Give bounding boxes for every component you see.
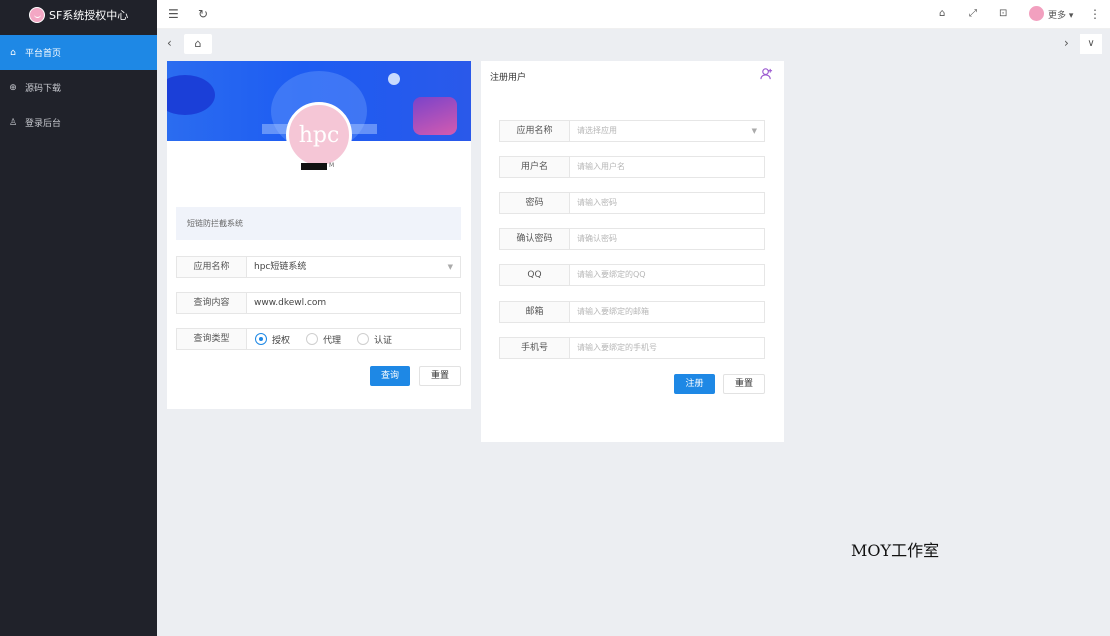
more-vertical-icon[interactable]: ⋮: [1089, 6, 1101, 22]
confirm-password-field[interactable]: 确认密码 请确认密码: [499, 228, 765, 250]
app-title: SF系统授权中心: [49, 8, 129, 22]
tab-next-icon[interactable]: ›: [1064, 36, 1069, 50]
register-card: 注册用户 应用名称 请选择应用 ▼ 用户名 请输入用户名 密码 请输入密码 确认…: [481, 61, 784, 442]
radio-verify[interactable]: 认证: [357, 333, 392, 346]
menu-toggle-icon[interactable]: ☰: [168, 6, 179, 22]
lock-icon[interactable]: ⊡: [999, 6, 1007, 22]
description-box: 短链防拦截系统: [176, 207, 461, 240]
radio-icon: [357, 333, 370, 345]
email-field[interactable]: 邮箱 请输入要绑定的邮箱: [499, 301, 765, 323]
tab-home[interactable]: ⌂: [184, 34, 212, 54]
tag-icon[interactable]: ⌂: [939, 6, 945, 22]
sidebar-item-login[interactable]: ♙ 登录后台: [0, 105, 157, 140]
tab-bar: ‹ ⌂ › ∨: [157, 29, 1110, 59]
app-name-value: hpc短链系统: [254, 262, 307, 272]
query-card: hpc M 短链防拦截系统 应用名称 hpc短链系统 ▼ 查询内容 www.dk…: [167, 61, 471, 409]
radio-authorize[interactable]: 授权: [255, 333, 290, 346]
fullscreen-icon[interactable]: ⤢: [969, 6, 977, 22]
card-title: 注册用户: [490, 73, 527, 83]
sidebar-nav: ⌂ 平台首页 ⊕ 源码下载 ♙ 登录后台: [0, 35, 157, 140]
radio-icon: [306, 333, 319, 345]
watermark-text: MOY工作室: [851, 541, 940, 560]
username-field[interactable]: 用户名 请输入用户名: [499, 156, 765, 178]
app-logo[interactable]: SF系统授权中心: [0, 0, 157, 29]
redacted-name: [301, 163, 327, 170]
query-type-row: 查询类型 授权 代理 认证: [176, 328, 461, 350]
register-button[interactable]: 注册: [674, 374, 715, 394]
moon-decoration: [388, 73, 400, 85]
phone-field[interactable]: 手机号 请输入要绑定的手机号: [499, 337, 765, 359]
avatar[interactable]: [1029, 6, 1044, 21]
top-header: ☰ ↻ ⌂ ⤢ ⊡ 更多 ▾ ⋮: [157, 0, 1110, 29]
user-add-icon[interactable]: [760, 67, 773, 80]
sidebar-item-download[interactable]: ⊕ 源码下载: [0, 70, 157, 105]
avatar: hpc: [286, 102, 352, 168]
app-name-select[interactable]: 应用名称 hpc短链系统 ▼: [176, 256, 461, 278]
logo-avatar-icon: [29, 6, 45, 23]
sidebar-item-home[interactable]: ⌂ 平台首页: [0, 35, 157, 70]
tab-options-chevron-down-icon[interactable]: ∨: [1080, 34, 1102, 54]
reset-button[interactable]: 重置: [419, 366, 461, 386]
home-icon: ⌂: [10, 47, 16, 58]
sidebar-item-label: 源码下载: [25, 84, 62, 94]
query-button[interactable]: 查询: [370, 366, 410, 386]
qq-field[interactable]: QQ 请输入要绑定的QQ: [499, 264, 765, 286]
radio-agent[interactable]: 代理: [306, 333, 341, 346]
query-content-value[interactable]: www.dkewl.com: [247, 293, 460, 313]
sidebar-item-label: 平台首页: [25, 49, 62, 59]
more-menu[interactable]: 更多 ▾: [1048, 8, 1073, 21]
password-field[interactable]: 密码 请输入密码: [499, 192, 765, 214]
home-icon: ⌂: [194, 37, 202, 50]
radio-checked-icon: [255, 333, 267, 345]
user-icon: ♙: [8, 117, 18, 128]
app-select[interactable]: 应用名称 请选择应用 ▼: [499, 120, 765, 142]
query-content-field[interactable]: 查询内容 www.dkewl.com: [176, 292, 461, 314]
caret-down-icon: ▼: [751, 127, 757, 135]
sidebar-item-label: 登录后台: [25, 119, 62, 129]
illustration: [413, 97, 457, 135]
download-icon: ⊕: [9, 82, 17, 93]
query-type-radio-group: 授权 代理 认证: [247, 329, 460, 349]
reset-button[interactable]: 重置: [723, 374, 765, 394]
refresh-icon[interactable]: ↻: [198, 6, 208, 22]
caret-down-icon: ▼: [447, 263, 453, 271]
sidebar: SF系统授权中心 ⌂ 平台首页 ⊕ 源码下载 ♙ 登录后台: [0, 0, 157, 636]
tab-prev-icon[interactable]: ‹: [167, 36, 172, 50]
